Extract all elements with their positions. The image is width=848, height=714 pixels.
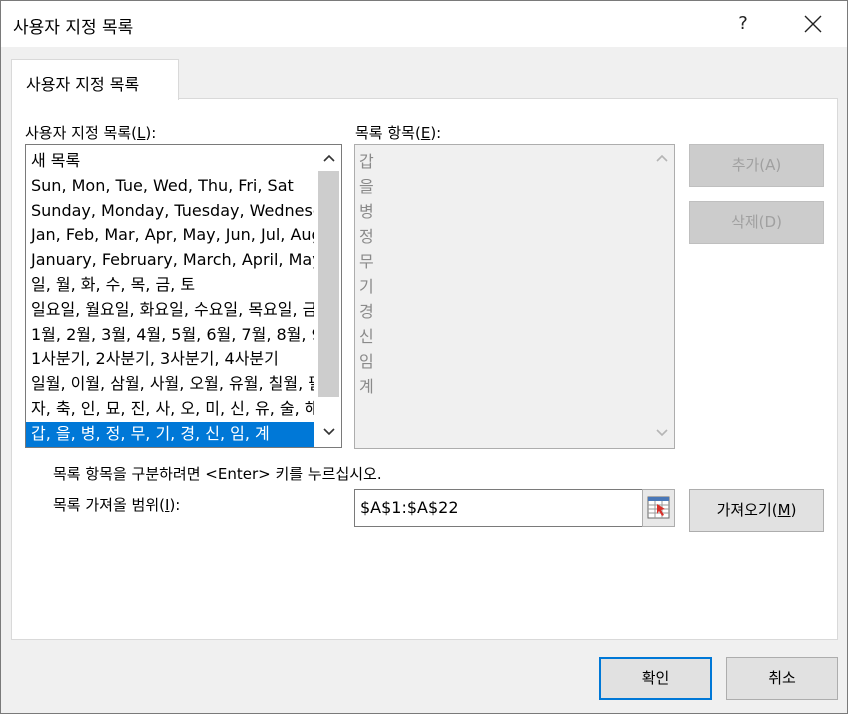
chevron-down-icon (655, 429, 668, 437)
close-button[interactable] (795, 11, 831, 37)
import-range-input[interactable]: $A$1:$A$22 (354, 489, 643, 527)
entry-line: 경 (359, 302, 374, 321)
scrollbar-thumb[interactable] (318, 171, 339, 397)
chevron-up-icon (322, 154, 335, 162)
import-button[interactable]: 가져오기(M) (689, 489, 824, 532)
entry-line: 임 (359, 352, 374, 371)
cancel-button[interactable]: 취소 (726, 657, 838, 700)
range-picker-button[interactable] (642, 489, 675, 527)
list-item[interactable]: 일, 월, 화, 수, 목, 금, 토 (26, 273, 314, 298)
list-item[interactable]: Sun, Mon, Tue, Wed, Thu, Fri, Sat (26, 174, 314, 199)
list-entries-label: 목록 항목(E): (355, 124, 442, 142)
list-item[interactable]: 자, 축, 인, 묘, 진, 사, 오, 미, 신, 유, 술, 해 (26, 397, 314, 422)
custom-lists-scrollbar[interactable] (316, 145, 341, 447)
tab-label: 사용자 지정 목록 (26, 75, 140, 94)
list-item[interactable]: Sunday, Monday, Tuesday, Wednesday, Thur… (26, 199, 314, 224)
list-item[interactable]: January, February, March, April, May, Ju… (26, 248, 314, 273)
custom-lists-label: 사용자 지정 목록(L): (25, 124, 157, 142)
add-button[interactable]: 추가(A) (689, 144, 824, 187)
custom-lists-dialog: 사용자 지정 목록 ? 사용자 지정 목록 사용자 지정 목록(L): 새 목록… (0, 0, 848, 714)
list-item[interactable]: Jan, Feb, Mar, Apr, May, Jun, Jul, Aug, … (26, 223, 314, 248)
list-item[interactable]: 갑, 을, 병, 정, 무, 기, 경, 신, 임, 계 (26, 421, 314, 447)
custom-lists-listbox[interactable]: 새 목록 Sun, Mon, Tue, Wed, Thu, Fri, Sat Sun… (25, 144, 342, 448)
custom-lists-items: 새 목록 Sun, Mon, Tue, Wed, Thu, Fri, Sat Sun… (26, 149, 314, 447)
range-select-icon (647, 496, 670, 519)
list-item[interactable]: 일월, 이월, 삼월, 사월, 오월, 유월, 칠월, 팔월, 구월, 시월, … (26, 372, 314, 397)
entry-line: 기 (359, 277, 374, 296)
scroll-up-button[interactable] (316, 147, 341, 171)
entries-scroll-down (649, 422, 674, 446)
scroll-down-button[interactable] (316, 421, 341, 445)
entry-line: 병 (359, 202, 374, 221)
list-item[interactable]: 새 목록 (26, 149, 314, 174)
list-item[interactable]: 일요일, 월요일, 화요일, 수요일, 목요일, 금요일, 토요일 (26, 298, 314, 323)
close-icon (804, 15, 822, 33)
entry-line: 계 (359, 377, 374, 396)
list-item[interactable]: 1월, 2월, 3월, 4월, 5월, 6월, 7월, 8월, 9월, 10월,… (26, 323, 314, 348)
import-range-label: 목록 가져올 범위(I): (53, 496, 181, 514)
help-button[interactable]: ? (725, 11, 761, 37)
import-range-value: $A$1:$A$22 (360, 498, 459, 517)
chevron-up-icon (655, 154, 668, 162)
entry-line: 을 (359, 177, 374, 196)
list-item[interactable]: 1사분기, 2사분기, 3사분기, 4사분기 (26, 347, 314, 372)
hint-text: 목록 항목을 구분하려면 <Enter> 키를 누르십시오. (53, 465, 382, 483)
entry-line: 갑 (359, 152, 374, 171)
ok-button[interactable]: 확인 (599, 657, 712, 700)
entry-line: 무 (359, 252, 374, 271)
delete-button[interactable]: 삭제(D) (689, 201, 824, 244)
chevron-down-icon (322, 428, 335, 436)
title-bar: 사용자 지정 목록 ? (1, 1, 847, 47)
list-entries-items: 갑을병정무기경신임계 (359, 149, 374, 399)
entry-line: 신 (359, 327, 374, 346)
list-entries-textbox[interactable]: 갑을병정무기경신임계 (354, 144, 675, 449)
tab-custom-lists[interactable]: 사용자 지정 목록 (11, 59, 179, 100)
entry-line: 정 (359, 227, 374, 246)
window-title: 사용자 지정 목록 (13, 18, 134, 38)
entries-scroll-up (649, 147, 674, 171)
list-entries-scrollbar (649, 145, 674, 448)
